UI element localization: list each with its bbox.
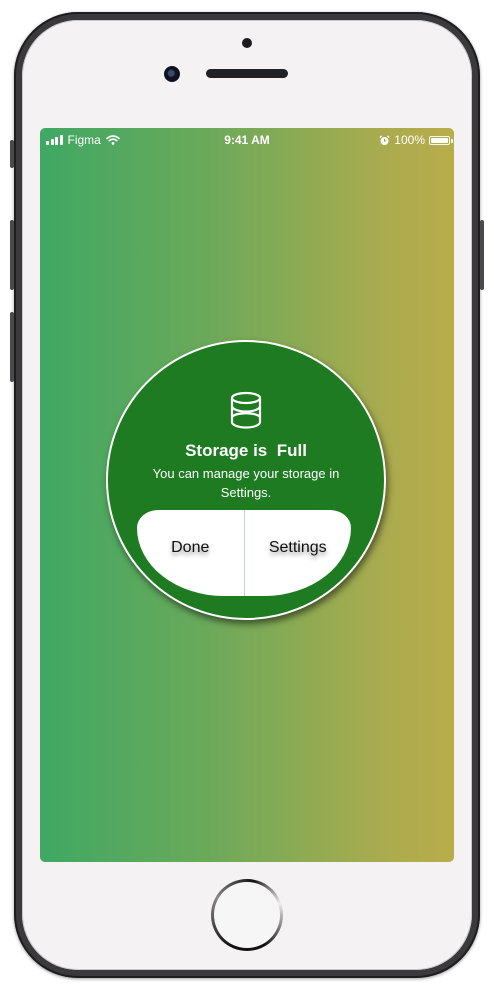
status-right: 100% xyxy=(379,133,453,147)
alarm-icon xyxy=(379,134,390,145)
alert-button-area: Done Settings xyxy=(137,510,351,596)
alert-message: You can manage your storage in Settings. xyxy=(152,466,340,500)
battery-icon xyxy=(429,135,453,145)
done-button[interactable]: Done xyxy=(137,510,244,596)
home-button[interactable] xyxy=(211,879,283,951)
screen: Figma 9:41 AM 100% Storage is Full You c… xyxy=(40,128,454,862)
front-camera xyxy=(164,66,180,82)
proximity-sensor xyxy=(242,38,252,48)
storage-full-alert: Storage is Full You can manage your stor… xyxy=(106,340,386,620)
earpiece-speaker xyxy=(206,69,288,78)
battery-percent: 100% xyxy=(394,133,425,147)
volume-up-button xyxy=(10,220,14,290)
volume-down-button xyxy=(10,312,14,382)
alert-title: Storage is Full xyxy=(185,441,307,460)
settings-button[interactable]: Settings xyxy=(245,510,352,596)
status-bar: Figma 9:41 AM 100% xyxy=(40,128,454,152)
battery-fill xyxy=(431,137,448,143)
power-button xyxy=(480,220,484,290)
database-icon xyxy=(230,391,262,429)
silent-switch xyxy=(10,140,14,168)
